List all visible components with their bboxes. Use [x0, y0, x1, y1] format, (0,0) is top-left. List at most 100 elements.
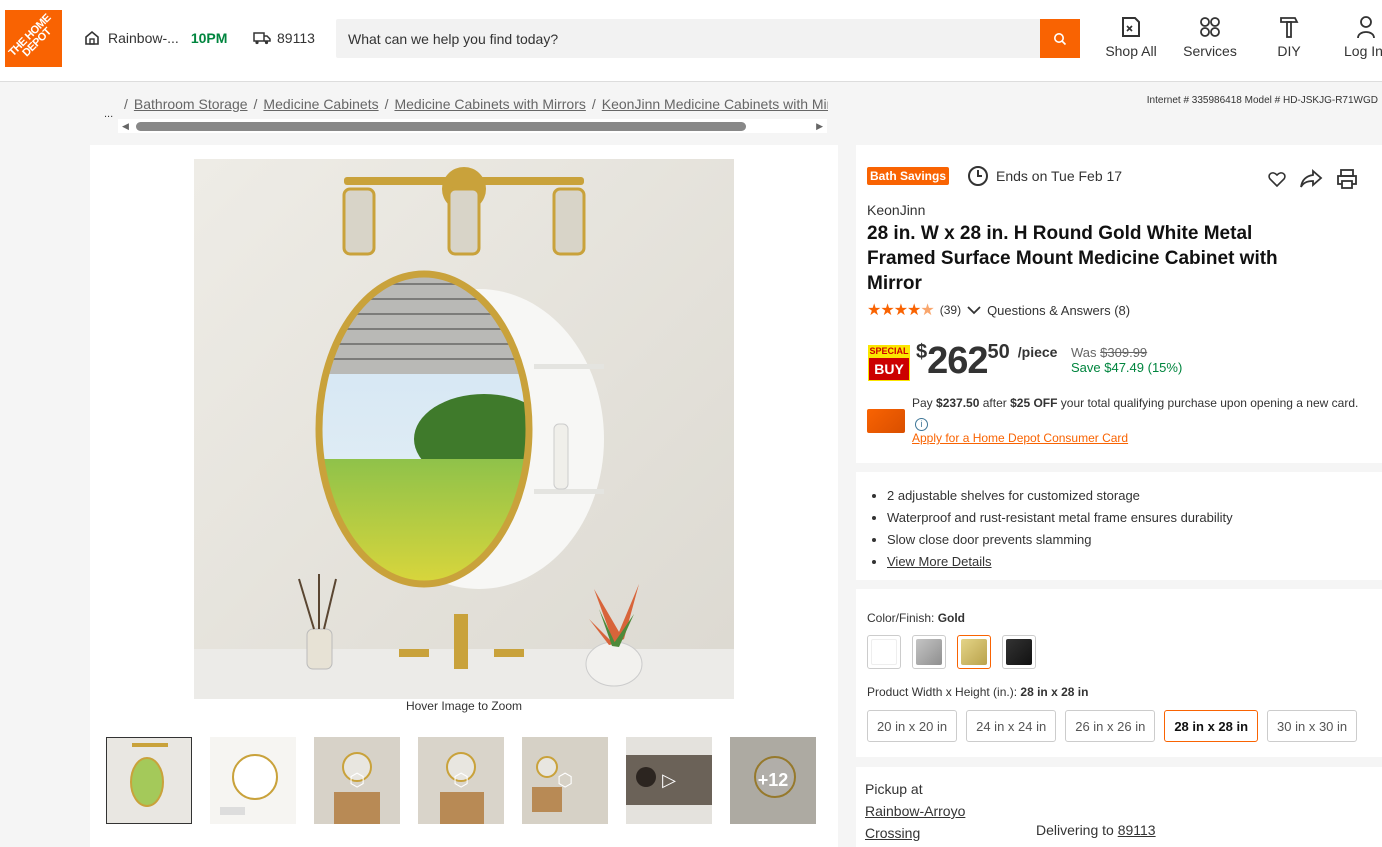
price-unit: /piece — [1017, 344, 1058, 360]
nav-label: Services — [1183, 43, 1237, 59]
nav-log-in[interactable]: Log In — [1344, 14, 1382, 59]
price-cents: 50 — [987, 341, 1010, 363]
search-icon — [1054, 32, 1067, 45]
star-rating-icon: ★★★★★ — [867, 302, 935, 319]
feature-list: 2 adjustable shelves for customized stor… — [887, 485, 1233, 573]
nav-diy[interactable]: DIY — [1268, 14, 1310, 59]
color-finish-label: Color/Finish: Gold — [867, 611, 966, 625]
size-label: Product Width x Height (in.): 28 in x 28… — [867, 685, 1089, 699]
review-count[interactable]: (39) — [940, 303, 961, 317]
breadcrumb-link[interactable]: Bathroom Storage — [134, 96, 248, 112]
delivery-zip-link[interactable]: 89113 — [1118, 822, 1156, 838]
view-more-details-link[interactable]: View More Details — [887, 554, 992, 569]
image-gallery: Hover Image to Zoom ⬡ ⬡ ⬡ ▷ +12 — [90, 145, 838, 847]
more-images-count: +12 — [757, 770, 789, 790]
search-bar — [336, 19, 1080, 58]
nav-shop-all[interactable]: Shop All — [1100, 14, 1162, 59]
catalog-icon — [1122, 17, 1140, 37]
apply-card-link[interactable]: Apply for a Home Depot Consumer Card — [912, 431, 1128, 445]
thumbnail-3[interactable]: ⬡ — [314, 737, 400, 824]
main-product-image[interactable] — [194, 159, 734, 699]
promo-badge[interactable]: Bath Savings — [867, 167, 950, 185]
size-option[interactable]: 20 in x 20 in — [867, 710, 958, 742]
size-option-selected[interactable]: 28 in x 28 in — [1164, 710, 1259, 742]
play-icon: ▷ — [662, 770, 676, 790]
swatch-black[interactable] — [1002, 635, 1036, 669]
breadcrumb-link[interactable]: Medicine Cabinets with Mirrors — [394, 96, 585, 112]
thumbnail-2[interactable] — [210, 737, 296, 824]
hammer-icon — [1280, 17, 1299, 38]
chevron-down-icon[interactable] — [967, 305, 981, 315]
special-buy-badge: SPECIAL BUY — [868, 345, 910, 383]
product-ids: Internet # 335986418 Model # HD-JSKJG-R7… — [1146, 95, 1378, 106]
breadcrumb-link[interactable]: Medicine Cabinets — [263, 96, 378, 112]
truck-icon — [253, 32, 271, 45]
ar-view-icon: ⬡ — [557, 770, 573, 790]
info-icon[interactable]: i — [915, 418, 928, 431]
clock-icon — [968, 166, 988, 186]
size-options: 20 in x 20 in 24 in x 24 in 26 in x 26 i… — [867, 710, 1358, 742]
product-photo — [194, 159, 734, 699]
pickup-store-link[interactable]: Rainbow-Arroyo — [865, 803, 965, 819]
thumbnail-video[interactable]: ▷ — [626, 737, 712, 824]
swatch-gold[interactable] — [957, 635, 991, 669]
feature-item: 2 adjustable shelves for customized stor… — [887, 485, 1233, 507]
thumbnail-strip: ⬡ ⬡ ⬡ ▷ +12 — [106, 737, 816, 824]
product-brand[interactable]: KeonJinn — [867, 202, 925, 218]
color-finish-value: Gold — [937, 611, 966, 625]
user-icon — [1357, 16, 1375, 39]
rating-row[interactable]: ★★★★★ (39) Questions & Answers (8) — [867, 300, 1130, 320]
heart-icon[interactable] — [1268, 171, 1286, 187]
highlights-panel: 2 adjustable shelves for customized stor… — [856, 472, 1382, 580]
scrollbar-thumb[interactable] — [136, 122, 746, 131]
card-offer: Pay $237.50 after $25 OFF your total qua… — [912, 396, 1359, 431]
hover-zoom-hint: Hover Image to Zoom — [405, 699, 523, 713]
nav-label: DIY — [1277, 43, 1301, 59]
product-info-panel: Bath Savings Ends on Tue Feb 17 KeonJinn… — [856, 145, 1382, 463]
options-panel: Color/Finish: Gold Product Width x Heigh… — [856, 589, 1382, 757]
print-icon[interactable] — [1336, 168, 1358, 190]
ar-view-icon: ⬡ — [453, 770, 469, 790]
was-price: Was $309.99 — [1071, 345, 1148, 360]
store-icon — [85, 30, 99, 45]
store-name: Rainbow-... — [108, 30, 179, 46]
share-icon[interactable] — [1299, 169, 1323, 189]
promo-end-date: Ends on Tue Feb 17 — [996, 168, 1123, 184]
thumbnail-1[interactable] — [106, 737, 192, 824]
size-option[interactable]: 30 in x 30 in — [1267, 710, 1358, 742]
search-input[interactable] — [336, 19, 1040, 58]
pickup-store-link[interactable]: Crossing — [865, 825, 920, 841]
promo-ends: Ends on Tue Feb 17 — [967, 165, 1122, 187]
home-depot-logo[interactable]: THE HOME DEPOT — [5, 10, 62, 67]
thumbnail-5[interactable]: ⬡ — [522, 737, 608, 824]
scroll-left-icon[interactable]: ◀ — [122, 121, 129, 132]
thumbnail-more[interactable]: +12 — [730, 737, 816, 824]
qa-link[interactable]: Questions & Answers (8) — [987, 303, 1130, 318]
scroll-right-icon[interactable]: ▶ — [816, 121, 823, 132]
size-option[interactable]: 26 in x 26 in — [1065, 710, 1156, 742]
zip-code: 89113 — [277, 30, 315, 46]
price-whole: 262 — [927, 340, 988, 382]
swatch-silver[interactable] — [912, 635, 946, 669]
product-actions — [1268, 168, 1358, 190]
breadcrumb-link[interactable]: KeonJinn Medicine Cabinets with Mirrors — [602, 96, 828, 112]
ar-view-icon: ⬡ — [349, 770, 365, 790]
delivery-zip-selector[interactable]: 89113 — [253, 30, 315, 46]
credit-card-image — [867, 409, 905, 433]
nav-label: Shop All — [1105, 43, 1157, 59]
size-option[interactable]: 24 in x 24 in — [966, 710, 1057, 742]
breadcrumb-ellipsis[interactable]: ... — [104, 108, 113, 120]
store-closing-time: 10PM — [190, 30, 228, 46]
swatch-white[interactable] — [867, 635, 901, 669]
thumbnail-4[interactable]: ⬡ — [418, 737, 504, 824]
search-button[interactable] — [1040, 19, 1080, 58]
pickup-info: Pickup at Rainbow-Arroyo Crossing — [865, 781, 966, 841]
nav-services[interactable]: Services — [1180, 14, 1240, 59]
feature-item: Waterproof and rust-resistant metal fram… — [887, 507, 1233, 529]
site-header: THE HOME DEPOT Rainbow-... 10PM 89113 Sh… — [0, 0, 1382, 82]
breadcrumb-scrollbar[interactable]: ◀ ▶ — [118, 119, 827, 133]
store-selector[interactable]: Rainbow-... 10PM — [84, 30, 227, 46]
size-value: 28 in x 28 in — [1020, 685, 1089, 699]
price: $ 262 50 /piece — [916, 340, 1058, 382]
product-title: 28 in. W x 28 in. H Round Gold White Met… — [867, 223, 1278, 294]
